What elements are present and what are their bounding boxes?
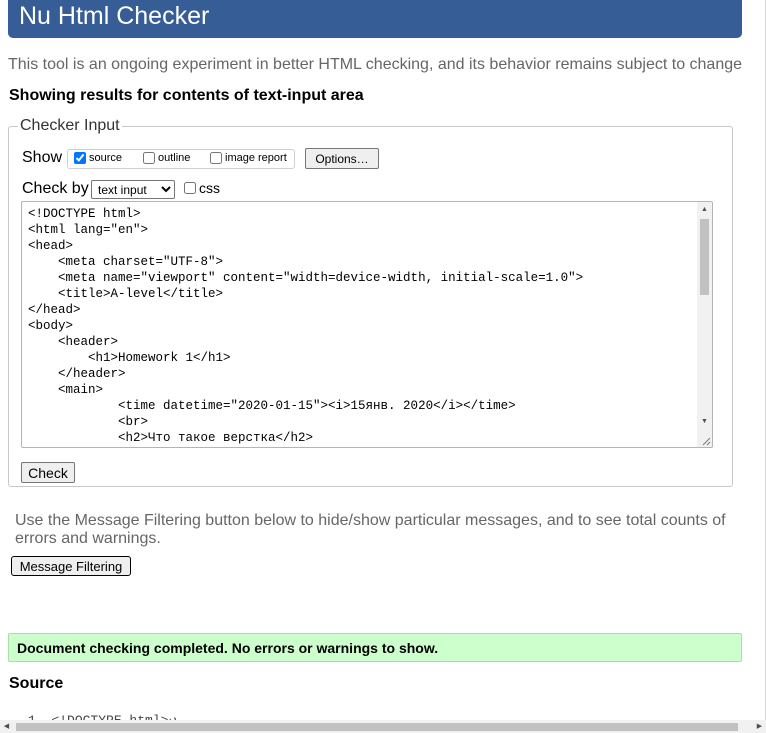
scroll-left-icon[interactable]: ◀	[0, 720, 13, 733]
header-banner: Nu Html Checker	[8, 0, 742, 38]
scroll-up-icon[interactable]: ▲	[697, 202, 712, 217]
intro-text: This tool is an ongoing experiment in be…	[8, 56, 743, 73]
show-outline-checkbox[interactable]	[143, 152, 155, 164]
show-label: Show	[22, 149, 63, 166]
textarea-scroll-thumb[interactable]	[700, 219, 709, 295]
show-image-report-option[interactable]: image report	[210, 152, 287, 164]
page-title: Nu Html Checker	[19, 2, 210, 30]
css-checkbox[interactable]	[184, 182, 196, 194]
success-message: Document checking completed. No errors o…	[17, 640, 439, 656]
css-label: css	[199, 180, 220, 196]
show-source-checkbox[interactable]	[74, 152, 86, 164]
options-button[interactable]: Options…	[305, 148, 379, 169]
message-filtering-button[interactable]: Message Filtering	[11, 556, 131, 576]
page-horizontal-scrollbar[interactable]: ◀ ▶	[0, 720, 766, 733]
success-message-box: Document checking completed. No errors o…	[8, 633, 742, 662]
checker-input-legend: Checker Input	[20, 117, 120, 134]
show-image-report-checkbox[interactable]	[210, 152, 222, 164]
source-textarea-content[interactable]: <!DOCTYPE html> <html lang="en"> <head> …	[22, 202, 712, 446]
css-option[interactable]: css	[184, 180, 220, 196]
source-textarea[interactable]: <!DOCTYPE html> <html lang="en"> <head> …	[21, 201, 713, 448]
textarea-scrollbar[interactable]: ▲ ▼	[697, 202, 712, 447]
check-by-select[interactable]: text input	[91, 180, 175, 199]
show-outline-label: outline	[158, 152, 191, 164]
filter-description: Use the Message Filtering button below t…	[15, 512, 726, 547]
scroll-right-icon[interactable]: ▶	[753, 720, 766, 733]
resize-handle-icon[interactable]	[701, 436, 711, 446]
show-options-group: source outline image report	[67, 149, 295, 169]
show-image-report-label: image report	[225, 152, 287, 164]
check-button[interactable]: Check	[21, 462, 75, 483]
check-by-label: Check by	[22, 180, 89, 197]
results-subject-heading: Showing results for contents of text-inp…	[9, 87, 364, 104]
show-source-label: source	[89, 152, 123, 164]
show-source-option[interactable]: source	[74, 152, 122, 164]
source-heading: Source	[9, 675, 64, 692]
scroll-down-icon[interactable]: ▼	[697, 414, 712, 429]
show-outline-option[interactable]: outline	[143, 152, 190, 164]
page-scroll-thumb[interactable]	[16, 723, 738, 731]
